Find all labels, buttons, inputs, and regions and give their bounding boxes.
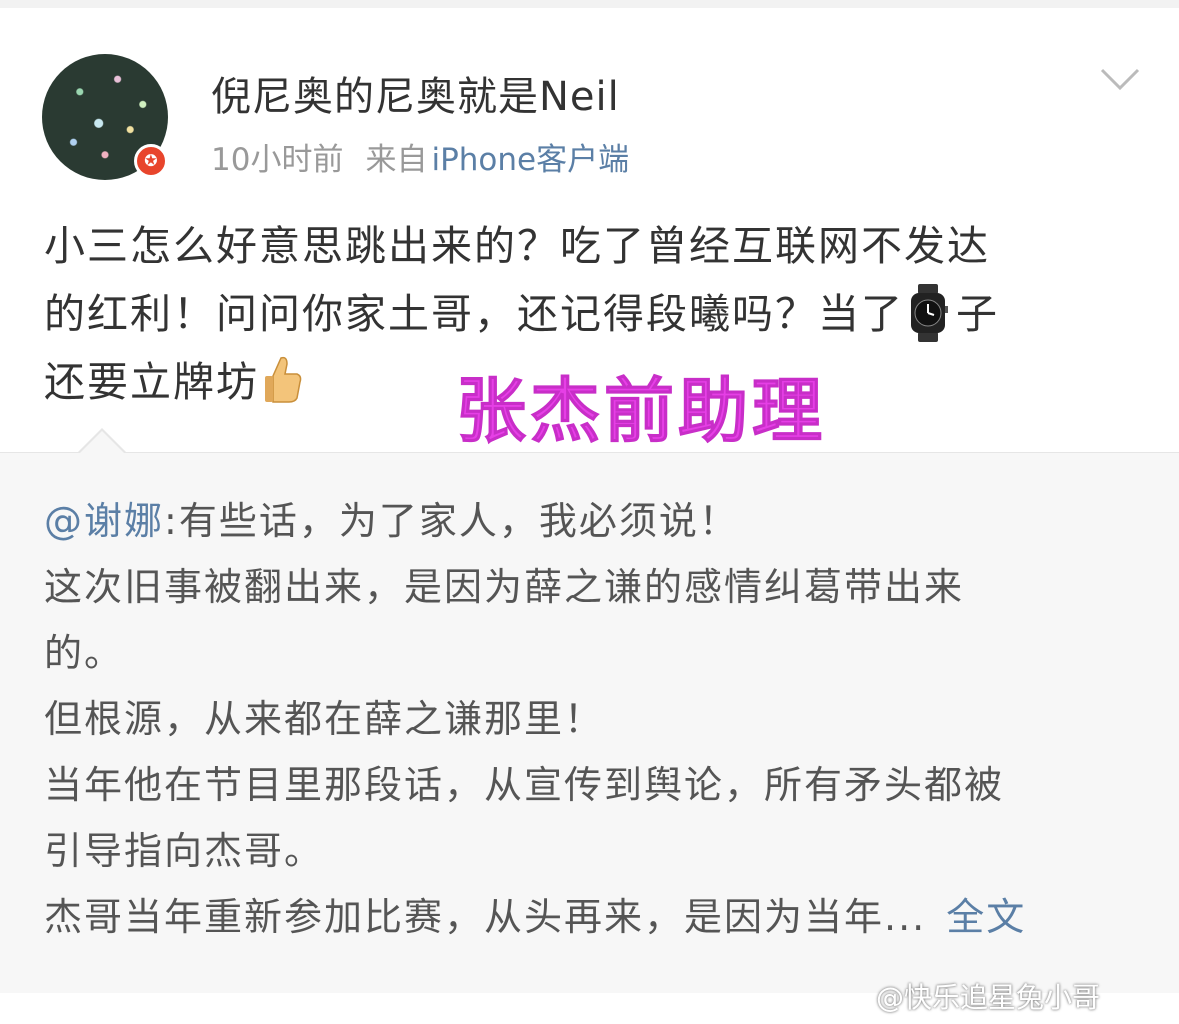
username[interactable]: 倪尼奥的尼奥就是Neil: [211, 64, 620, 122]
watch-emoji-icon: [911, 284, 948, 342]
repost-line-1-text: :有些话，为了家人，我必须说！: [164, 499, 739, 543]
overlay-caption: 张杰前助理: [456, 370, 826, 453]
repost-line-7-text: 杰哥当年重新参加比赛，从头再来，是因为当年...: [44, 895, 927, 939]
post-line-2-tail: 子: [956, 290, 999, 338]
repost-text: @谢娜:有些话，为了家人，我必须说！ 这次旧事被翻出来，是因为薛之谦的感情纠葛带…: [44, 488, 1154, 950]
verified-badge-icon: ✪: [134, 144, 168, 178]
repost-line-3: 的。: [44, 631, 125, 675]
post-line-2-text: 的红利！问问你家土哥，还记得段曦吗？当了: [44, 290, 904, 338]
repost-caret-inner: [80, 431, 124, 453]
post-meta: 10小时前 来自 iPhone客户端: [211, 134, 629, 179]
post-line-1: 小三怎么好意思跳出来的？吃了曾经互联网不发达: [44, 222, 990, 270]
repost-line-7: 杰哥当年重新参加比赛，从头再来，是因为当年... 全文: [44, 884, 1154, 950]
full-text-link[interactable]: 全文: [946, 895, 1026, 939]
post-source[interactable]: iPhone客户端: [431, 142, 629, 178]
post-line-2: 的红利！问问你家土哥，还记得段曦吗？当了 子: [44, 280, 1144, 348]
repost-mention[interactable]: @谢娜: [44, 499, 164, 543]
repost-line-4: 但根源，从来都在薛之谦那里！: [44, 697, 605, 741]
repost-line-5: 当年他在节目里那段话，从宣传到舆论，所有矛头都被: [44, 763, 1005, 807]
repost-line-6: 引导指向杰哥。: [44, 829, 325, 873]
watermark: @快乐追星兔小哥: [876, 981, 1101, 1014]
post-line-3-text: 还要立牌坊: [44, 358, 259, 406]
post-time: 10小时前: [211, 142, 344, 178]
thumbs-up-emoji-icon: [265, 356, 302, 403]
repost-line-2: 这次旧事被翻出来，是因为薛之谦的感情纠葛带出来: [44, 565, 965, 609]
repost-line-1: @谢娜:有些话，为了家人，我必须说！: [44, 488, 1154, 554]
source-prefix: 来自: [365, 142, 428, 178]
chevron-down-icon[interactable]: [1098, 64, 1142, 94]
